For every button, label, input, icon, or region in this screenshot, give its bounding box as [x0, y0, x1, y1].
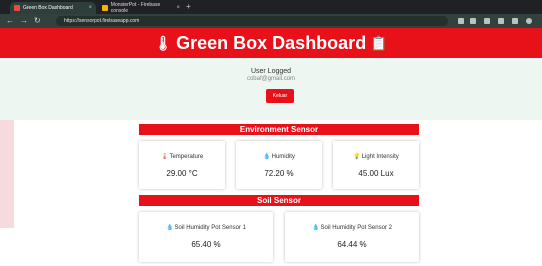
- profile-avatar-icon[interactable]: [526, 18, 532, 24]
- clipboard-icon: 📋: [370, 34, 388, 51]
- humidity-value: 72.20 %: [264, 169, 294, 178]
- humidity-card: 💧Humidity 72.20 %: [236, 141, 322, 189]
- light-intensity-card: 💡Light Intensity 45.00 Lux: [333, 141, 419, 189]
- light-intensity-value: 45.00 Lux: [358, 169, 394, 178]
- logout-button[interactable]: Keluar: [266, 89, 294, 103]
- soil-pot-2-label: Soil Humidity Pot Sensor 2: [320, 225, 392, 231]
- light-intensity-label: Light Intensity: [361, 154, 399, 160]
- user-logged-label: User Logged: [250, 68, 292, 75]
- browser-tab-bar: Green Box Dashboard × MonsterPot - Fireb…: [0, 0, 542, 14]
- temperature-label: Temperature: [169, 154, 204, 160]
- droplet-icon: 💧: [263, 154, 271, 160]
- user-panel: User Logged cobaf@gmail.com Keluar: [0, 58, 542, 120]
- page-title: Green Box Dashboard: [176, 32, 367, 53]
- bookmark-icon[interactable]: [470, 18, 476, 24]
- thermometer-icon: 🌡: [160, 154, 169, 160]
- share-icon[interactable]: [458, 18, 464, 24]
- bulb-icon: 💡: [353, 154, 361, 160]
- decorative-band: [0, 118, 14, 228]
- temperature-card: 🌡Temperature 29.00 °C: [139, 141, 225, 189]
- tab-title: Green Box Dashboard: [23, 5, 73, 11]
- puzzle-icon[interactable]: [512, 18, 518, 24]
- dashboard-page: 🌡 Green Box Dashboard 📋 User Logged coba…: [0, 28, 542, 266]
- card-title: 💡Light Intensity: [333, 153, 419, 160]
- droplet-icon: 💧: [166, 225, 174, 231]
- tab-title: MonsterPot - Firebase console: [110, 2, 161, 14]
- droplet-icon: 💧: [312, 225, 320, 231]
- browser-toolbar: ← → ↻ https://sensorpot.firebaseapp.com: [0, 14, 542, 28]
- url-text: https://sensorpot.firebaseapp.com: [64, 18, 140, 24]
- close-tab-icon[interactable]: ×: [176, 5, 180, 11]
- card-title: 💧Soil Humidity Pot Sensor 2: [285, 224, 419, 231]
- page-header: 🌡 Green Box Dashboard 📋: [0, 28, 542, 58]
- card-title: 💧Humidity: [236, 153, 322, 160]
- firebase-favicon-icon: [102, 5, 108, 11]
- new-tab-button[interactable]: +: [186, 2, 191, 11]
- reload-icon[interactable]: ↻: [34, 16, 41, 26]
- extension-icon[interactable]: [498, 18, 504, 24]
- app-favicon-icon: [14, 5, 20, 11]
- humidity-label: Humidity: [271, 154, 295, 160]
- card-title: 💧Soil Humidity Pot Sensor 1: [139, 224, 273, 231]
- temperature-value: 29.00 °C: [166, 169, 198, 178]
- soil-pot-1-card: 💧Soil Humidity Pot Sensor 1 65.40 %: [139, 212, 273, 262]
- address-bar[interactable]: https://sensorpot.firebaseapp.com: [56, 16, 448, 26]
- back-icon[interactable]: ←: [6, 16, 14, 26]
- forward-icon[interactable]: →: [20, 16, 28, 26]
- soil-pot-1-label: Soil Humidity Pot Sensor 1: [174, 225, 246, 231]
- card-title: 🌡Temperature: [139, 153, 225, 160]
- user-email: cobaf@gmail.com: [246, 76, 296, 82]
- environment-sensor-heading: Environment Sensor: [139, 124, 419, 135]
- soil-pot-2-card: 💧Soil Humidity Pot Sensor 2 64.44 %: [285, 212, 419, 262]
- browser-tab-dashboard[interactable]: Green Box Dashboard ×: [10, 2, 96, 14]
- soil-sensor-heading: Soil Sensor: [139, 195, 419, 206]
- soil-pot-2-value: 64.44 %: [337, 240, 367, 249]
- thermometer-icon: 🌡: [154, 34, 173, 51]
- soil-pot-1-value: 65.40 %: [191, 240, 221, 249]
- extension-icon[interactable]: [484, 18, 490, 24]
- close-tab-icon[interactable]: ×: [88, 5, 92, 11]
- browser-tab-firebase[interactable]: MonsterPot - Firebase console ×: [98, 2, 184, 14]
